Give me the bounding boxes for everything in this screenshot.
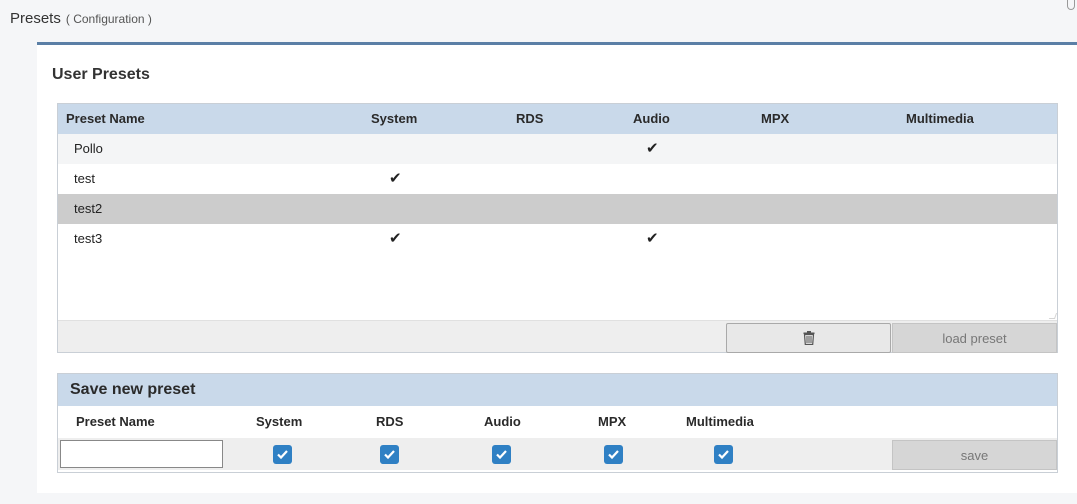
- save-col-preset-name: Preset Name: [76, 414, 155, 429]
- page-title: Presets: [10, 10, 61, 27]
- system-checkbox[interactable]: [273, 445, 292, 464]
- user-presets-table: Preset Name System RDS Audio MPX Multime…: [57, 103, 1058, 353]
- save-button[interactable]: save: [892, 440, 1057, 470]
- table-row[interactable]: test3 ✔ ✔: [58, 224, 1057, 254]
- preset-name-cell: test: [74, 171, 95, 186]
- checkmark-icon: ✔: [646, 230, 659, 247]
- col-system: System: [371, 111, 418, 126]
- save-col-mpx: MPX: [598, 414, 627, 429]
- preset-name-cell: Pollo: [74, 141, 103, 156]
- save-new-preset-panel: Save new preset Preset Name System RDS A…: [57, 373, 1058, 473]
- delete-preset-button[interactable]: [726, 323, 891, 353]
- resize-grip-icon[interactable]: [1048, 313, 1058, 319]
- corner-icon: [1067, 0, 1075, 10]
- checkmark-icon: ✔: [646, 140, 659, 157]
- preset-name-cell: test3: [74, 231, 103, 246]
- col-multimedia: Multimedia: [906, 111, 974, 126]
- preset-name-input[interactable]: [60, 440, 223, 468]
- page-header: Presets ( Configuration ): [10, 10, 152, 30]
- page-subtitle: ( Configuration ): [65, 12, 152, 26]
- checkmark-icon: ✔: [389, 230, 402, 247]
- save-col-audio: Audio: [484, 414, 521, 429]
- audio-checkbox[interactable]: [492, 445, 511, 464]
- table-row[interactable]: Pollo ✔: [58, 134, 1057, 164]
- save-new-preset-title: Save new preset: [58, 374, 1057, 406]
- save-col-rds: RDS: [376, 414, 404, 429]
- col-audio: Audio: [633, 111, 670, 126]
- load-preset-button[interactable]: load preset: [892, 323, 1057, 353]
- table-row[interactable]: test ✔: [58, 164, 1057, 194]
- table-row[interactable]: test2: [58, 194, 1057, 224]
- mpx-checkbox[interactable]: [604, 445, 623, 464]
- rds-checkbox[interactable]: [380, 445, 399, 464]
- save-col-multimedia: Multimedia: [686, 414, 754, 429]
- save-form-row: save: [58, 438, 1057, 470]
- col-preset-name: Preset Name: [66, 111, 145, 126]
- table-footer: load preset: [58, 320, 1057, 353]
- save-col-system: System: [256, 414, 303, 429]
- trash-icon: [803, 331, 814, 345]
- table-header: Preset Name System RDS Audio MPX Multime…: [58, 104, 1057, 134]
- multimedia-checkbox[interactable]: [714, 445, 733, 464]
- preset-name-cell: test2: [74, 201, 103, 216]
- col-rds: RDS: [516, 111, 544, 126]
- checkmark-icon: ✔: [389, 170, 402, 187]
- user-presets-title: User Presets: [52, 66, 150, 83]
- col-mpx: MPX: [761, 111, 790, 126]
